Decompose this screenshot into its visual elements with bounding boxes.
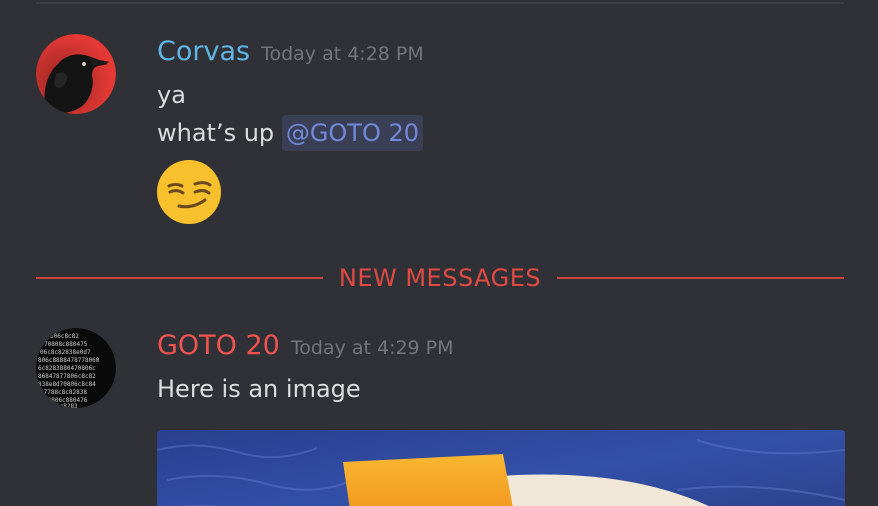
- divider-line: [36, 277, 323, 279]
- username[interactable]: Corvas: [157, 36, 250, 67]
- new-messages-divider: NEW MESSAGES: [36, 258, 845, 298]
- user-mention[interactable]: @GOTO 20: [281, 115, 424, 151]
- top-divider: [36, 2, 844, 4]
- message-text: ya: [157, 81, 186, 109]
- svg-text:838e8d70806c8c84: 838e8d70806c8c84: [38, 381, 96, 388]
- message-text: what’s up @GOTO 20: [157, 114, 844, 152]
- crow-avatar-icon: [36, 34, 116, 114]
- smirking-face-emoji-icon: [157, 160, 221, 224]
- svg-text:306c8c82: 306c8c82: [50, 333, 79, 340]
- chat-messages-pane: Corvas Today at 4:28 PM ya what’s up @GO…: [0, 0, 878, 506]
- new-messages-label: NEW MESSAGES: [338, 264, 542, 292]
- message-content: GOTO 20 Today at 4:29 PM Here is an imag…: [157, 330, 844, 408]
- svg-text:806c8888478778060: 806c8888478778060: [38, 357, 100, 364]
- avatar[interactable]: 306c8c82 70808c880475 06c8c82838e0d7 806…: [36, 328, 116, 408]
- svg-text:06c8c82838e0d7: 06c8c82838e0d7: [40, 349, 91, 356]
- divider-line: [557, 277, 845, 279]
- attachment-image: [157, 430, 845, 506]
- timestamp: Today at 4:28 PM: [261, 43, 424, 65]
- username[interactable]: GOTO 20: [157, 330, 280, 361]
- matrix-avatar-icon: 306c8c82 70808c880475 06c8c82838e0d7 806…: [36, 328, 116, 408]
- message-text-part: what’s up: [157, 119, 275, 147]
- image-attachment[interactable]: [157, 430, 845, 506]
- avatar[interactable]: [36, 34, 116, 114]
- message-header: Corvas Today at 4:28 PM: [157, 36, 844, 76]
- timestamp: Today at 4:29 PM: [290, 337, 454, 359]
- message-content: Corvas Today at 4:28 PM ya what’s up @GO…: [157, 36, 844, 228]
- svg-text:57788c8c82838: 57788c8c82838: [40, 389, 87, 396]
- message-text: Here is an image: [157, 375, 361, 403]
- svg-text:86847877806c8c82: 86847877806c8c82: [38, 373, 96, 380]
- svg-text:70808c880475: 70808c880475: [44, 341, 88, 348]
- message-header: GOTO 20 Today at 4:29 PM: [157, 330, 844, 370]
- svg-text:8c8283: 8c8283: [56, 403, 78, 408]
- svg-text:6c8283880470806c: 6c8283880470806c: [38, 365, 96, 372]
